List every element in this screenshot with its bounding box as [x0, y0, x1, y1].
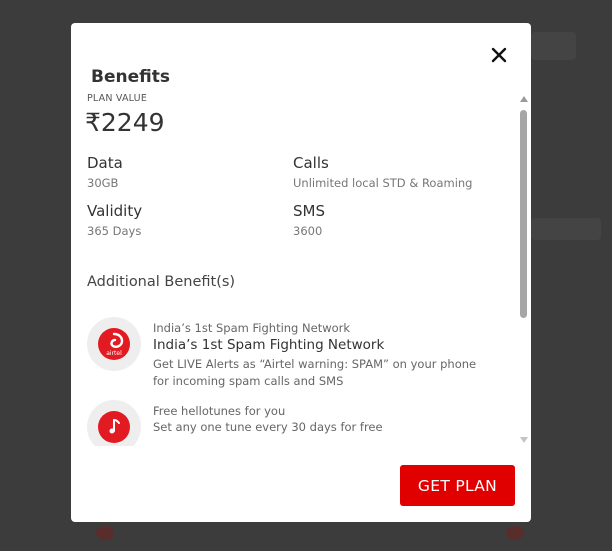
benefit-description: Get LIVE Alerts as “Airtel warning: SPAM…	[153, 357, 477, 388]
benefits-scroll-area[interactable]: PLAN VALUE ₹2249 Data 30GB Calls Unlimit…	[71, 91, 531, 446]
data-label: Data	[87, 154, 123, 172]
calls-value: Unlimited local STD & Roaming	[293, 176, 473, 190]
hellotunes-icon	[87, 400, 141, 446]
airtel-logo-icon: airtel	[87, 317, 141, 371]
scroll-down-arrow-icon[interactable]	[520, 437, 528, 443]
calls-label: Calls	[293, 154, 329, 172]
modal-title: Benefits	[91, 67, 170, 87]
background-block	[531, 218, 601, 240]
scrollbar[interactable]	[518, 95, 529, 445]
benefit-title: India’s 1st Spam Fighting Network	[153, 337, 385, 353]
benefit-description: Set any one tune every 30 days for free	[153, 420, 383, 434]
benefit-subtitle: Free hellotunes for you	[153, 404, 286, 418]
sms-label: SMS	[293, 202, 325, 220]
scroll-thumb[interactable]	[520, 110, 527, 318]
background-badge	[96, 526, 114, 540]
validity-label: Validity	[87, 202, 143, 220]
data-value: 30GB	[87, 176, 119, 190]
plan-price: ₹2249	[85, 108, 165, 137]
get-plan-button[interactable]: GET PLAN	[400, 465, 515, 506]
scroll-up-arrow-icon[interactable]	[520, 96, 528, 102]
validity-value: 365 Days	[87, 224, 142, 238]
svg-text:airtel: airtel	[106, 350, 122, 357]
background-block	[531, 32, 576, 60]
sms-value: 3600	[293, 224, 323, 238]
background-badge	[506, 526, 524, 540]
close-icon[interactable]	[488, 44, 510, 66]
benefit-subtitle: India’s 1st Spam Fighting Network	[153, 321, 351, 335]
plan-value-label: PLAN VALUE	[87, 93, 148, 104]
benefits-modal: Benefits PLAN VALUE ₹2249 Data 30GB Call…	[71, 23, 531, 522]
additional-benefits-title: Additional Benefit(s)	[87, 274, 236, 290]
